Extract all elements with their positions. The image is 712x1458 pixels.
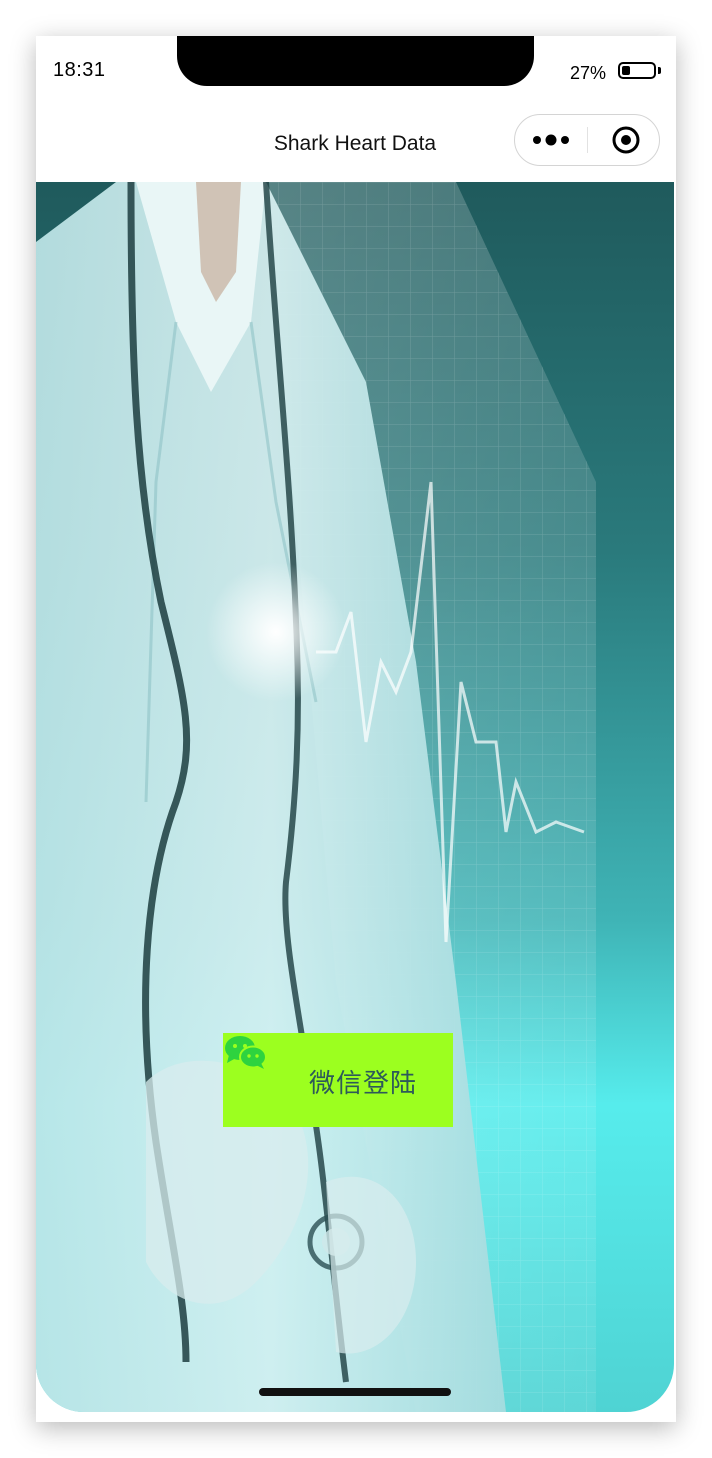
target-circle-icon [612,126,640,154]
status-time: 18:31 [53,59,106,81]
phone-frame: 18:31 27% Shark Heart Data 微信登陆 [36,36,676,1422]
more-dots-icon [533,134,569,146]
device-notch [177,36,534,86]
battery-level-fill [622,66,630,75]
battery-icon [618,62,656,79]
close-button[interactable] [588,115,660,165]
wechat-login-button[interactable]: 微信登陆 [223,1033,453,1127]
more-button[interactable] [515,115,587,165]
nav-bar: Shark Heart Data [36,108,674,182]
phone-screen: 18:31 27% Shark Heart Data 微信登陆 [36,36,674,1412]
doctor-illustration [36,182,596,1412]
screenshot-stage: 18:31 27% Shark Heart Data 微信登陆 [0,0,712,1458]
hero-background-image: 微信登陆 [36,182,674,1412]
login-button-label: 微信登陆 [309,1069,418,1099]
home-indicator [259,1388,451,1396]
battery-tip [658,67,661,74]
battery-percent: 27% [570,63,607,83]
mini-program-capsule [514,114,660,166]
status-bar: 18:31 27% [36,36,674,108]
wechat-icon [225,1036,267,1069]
